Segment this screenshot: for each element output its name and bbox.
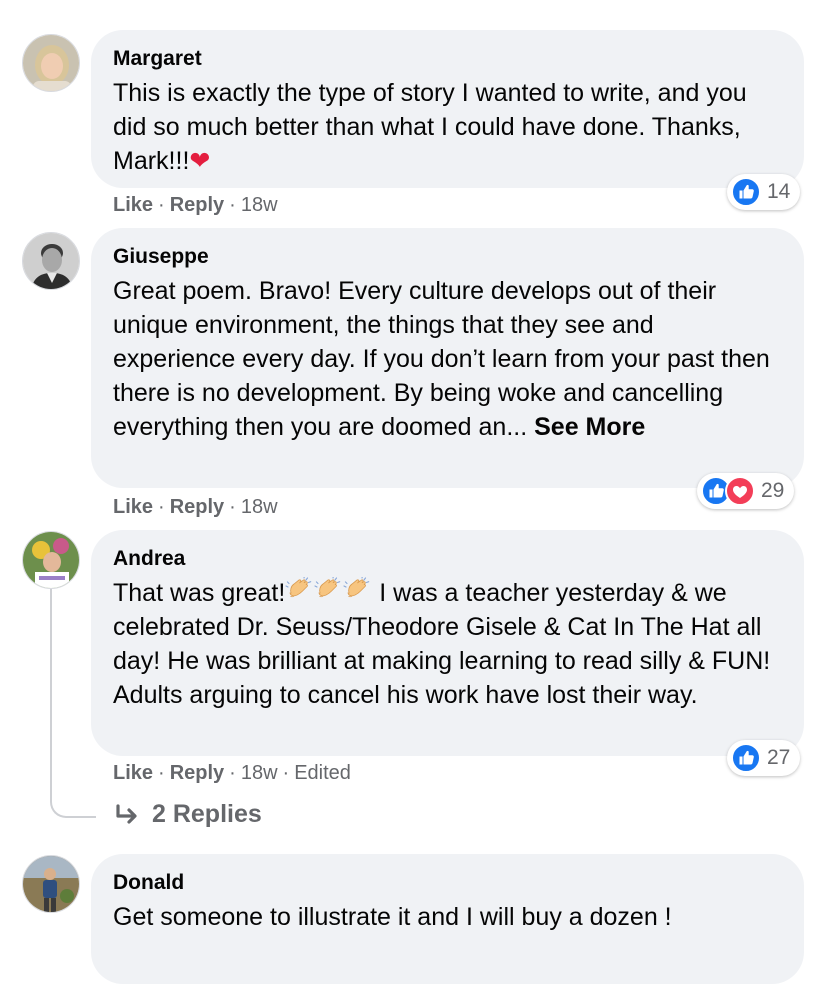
- reply-arrow-icon: [116, 803, 137, 824]
- avatar-andrea[interactable]: [22, 531, 80, 589]
- clapping-hands-icon: [285, 577, 312, 598]
- clapping-hands-icon: [343, 577, 370, 598]
- edited-label[interactable]: Edited: [294, 762, 351, 784]
- comment-author[interactable]: Margaret: [113, 46, 782, 72]
- like-icon: [731, 743, 761, 773]
- replies-label: 2 Replies: [152, 800, 262, 828]
- comment-author[interactable]: Andrea: [113, 546, 782, 572]
- like-button[interactable]: Like: [113, 194, 153, 216]
- like-icon: [731, 177, 761, 207]
- comment-author[interactable]: Donald: [113, 870, 782, 896]
- comment-timestamp[interactable]: 18w: [241, 762, 278, 784]
- comment-text: That was great! I was a teacher yesterda…: [113, 577, 771, 709]
- comment-actions: Like · Reply · 18w: [113, 496, 278, 518]
- reply-button[interactable]: Reply: [170, 762, 224, 784]
- see-more-link[interactable]: See More: [534, 413, 645, 441]
- comment-timestamp[interactable]: 18w: [241, 496, 278, 518]
- clapping-hands-icon: [314, 577, 341, 598]
- comment-bubble: Donald Get someone to illustrate it and …: [91, 854, 804, 984]
- reply-button[interactable]: Reply: [170, 194, 224, 216]
- reply-button[interactable]: Reply: [170, 496, 224, 518]
- avatar-margaret[interactable]: [22, 34, 80, 92]
- like-button[interactable]: Like: [113, 496, 153, 518]
- comment-bubble: Giuseppe Great poem. Bravo! Every cultur…: [91, 228, 804, 488]
- reaction-summary[interactable]: 27: [727, 740, 801, 776]
- like-button[interactable]: Like: [113, 762, 153, 784]
- avatar-giuseppe[interactable]: [22, 232, 80, 290]
- comment-text: This is exactly the type of story I want…: [113, 79, 747, 175]
- heart-emoji: ❤: [189, 147, 211, 175]
- view-replies-link[interactable]: 2 Replies: [114, 800, 262, 829]
- avatar-donald[interactable]: [22, 855, 80, 913]
- comment-timestamp[interactable]: 18w: [241, 194, 278, 216]
- comment-actions: Like · Reply · 18w · Edited: [113, 762, 351, 784]
- comment-text: Great poem. Bravo! Every culture develop…: [113, 277, 770, 441]
- reaction-summary[interactable]: 29: [697, 473, 795, 509]
- comment-text: Get someone to illustrate it and I will …: [113, 903, 672, 931]
- comment-bubble: Andrea That was great! I was a teacher y…: [91, 530, 804, 756]
- love-icon: [725, 476, 755, 506]
- reaction-count: 27: [767, 746, 791, 769]
- comment-actions: Like · Reply · 18w: [113, 194, 278, 216]
- comment-bubble: Margaret This is exactly the type of sto…: [91, 30, 804, 188]
- reaction-count: 29: [761, 479, 785, 502]
- comment-author[interactable]: Giuseppe: [113, 244, 782, 270]
- thread-line: [50, 588, 96, 818]
- reaction-count: 14: [767, 180, 791, 203]
- reaction-summary[interactable]: 14: [727, 174, 801, 210]
